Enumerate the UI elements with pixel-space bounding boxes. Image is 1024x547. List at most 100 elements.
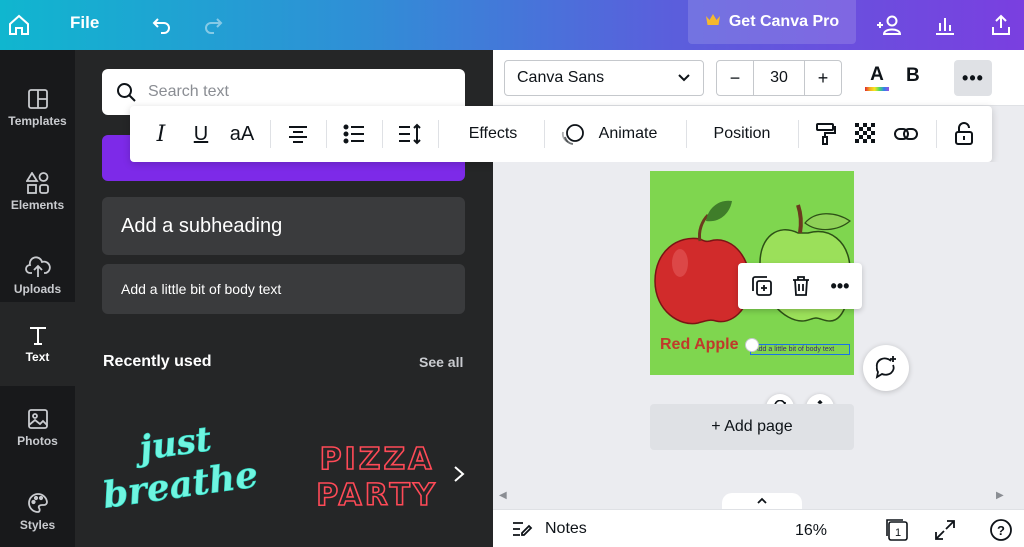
- more-actions-button[interactable]: •••: [820, 263, 860, 309]
- line-spacing-icon[interactable]: [396, 106, 424, 162]
- rail-item-elements[interactable]: Elements: [0, 150, 75, 234]
- duplicate-icon[interactable]: [742, 263, 782, 309]
- bullet-list-icon[interactable]: [340, 106, 368, 162]
- underline-button[interactable]: U: [188, 106, 214, 162]
- toolbar-divider: [382, 120, 383, 148]
- scroll-left-icon[interactable]: ◀: [499, 490, 507, 501]
- templates-icon: [27, 89, 48, 109]
- chevron-down-icon: [678, 74, 690, 82]
- share-upload-icon[interactable]: [985, 9, 1017, 41]
- effects-button[interactable]: Effects: [450, 106, 536, 162]
- toolbar-divider: [798, 120, 799, 148]
- page-number: 1: [895, 527, 901, 539]
- red-apple-heading[interactable]: Red Apple: [660, 336, 739, 354]
- rail-label-text: Text: [25, 350, 50, 364]
- toolbar-divider: [686, 120, 687, 148]
- link-icon[interactable]: [892, 106, 920, 162]
- element-context-menu: •••: [738, 263, 862, 309]
- chevron-right-icon[interactable]: [453, 463, 465, 489]
- animate-button[interactable]: Animate: [592, 106, 664, 162]
- add-subheading-button[interactable]: Add a subheading: [102, 197, 465, 255]
- show-pages-tab[interactable]: [722, 493, 802, 509]
- lock-icon[interactable]: [950, 106, 978, 162]
- photos-icon: [27, 409, 48, 429]
- svg-text:PARTY: PARTY: [316, 478, 437, 513]
- rail-item-templates[interactable]: Templates: [0, 66, 75, 150]
- recent-item-pizza-party[interactable]: PIZZA PARTY: [315, 441, 437, 514]
- letter-case-button[interactable]: aA: [226, 106, 258, 162]
- notes-icon: [513, 522, 533, 536]
- undo-icon[interactable]: [145, 9, 177, 41]
- recent-item-just-breathe[interactable]: just breathe: [100, 419, 261, 517]
- rail-item-styles[interactable]: Styles: [0, 470, 75, 547]
- left-rail: Templates Elements Uploads Text Photos S…: [0, 50, 75, 547]
- recently-used-list: just breathe PIZZA PARTY: [100, 395, 442, 545]
- chevron-up-icon: [757, 497, 767, 504]
- selection-handle[interactable]: [745, 338, 759, 352]
- recently-used-title: Recently used: [103, 353, 212, 370]
- italic-button[interactable]: I: [148, 106, 174, 162]
- elements-icon: [25, 172, 49, 194]
- svg-text:breathe: breathe: [102, 453, 261, 516]
- search-icon: [117, 83, 136, 102]
- search-input[interactable]: [148, 83, 428, 101]
- svg-text:PIZZA: PIZZA: [320, 442, 435, 477]
- analytics-icon[interactable]: [929, 9, 961, 41]
- font-size-input[interactable]: 30: [753, 61, 805, 95]
- decrease-font-size-button[interactable]: −: [717, 61, 753, 95]
- toolbar-divider: [270, 120, 271, 148]
- help-icon[interactable]: ?: [989, 518, 1013, 542]
- increase-font-size-button[interactable]: +: [805, 61, 841, 95]
- fullscreen-icon[interactable]: [933, 518, 957, 542]
- scroll-right-icon[interactable]: ▶: [996, 490, 1004, 501]
- font-family-select[interactable]: Canva Sans: [504, 60, 704, 96]
- bold-button[interactable]: B: [906, 65, 920, 87]
- rail-label-uploads: Uploads: [13, 282, 62, 296]
- selected-body-text[interactable]: Add a little bit of body text: [750, 344, 850, 355]
- paint-roller-icon[interactable]: [812, 106, 840, 162]
- delete-icon[interactable]: [781, 263, 821, 309]
- get-pro-button[interactable]: Get Canva Pro: [688, 0, 856, 44]
- text-color-letter: A: [870, 64, 884, 85]
- see-all-link[interactable]: See all: [419, 354, 463, 370]
- get-pro-label: Get Canva Pro: [728, 13, 840, 30]
- toolbar-divider: [544, 120, 545, 148]
- rail-item-text[interactable]: Text: [0, 302, 75, 386]
- notes-button[interactable]: Notes: [511, 520, 587, 538]
- toolbar-divider: [936, 120, 937, 148]
- text-icon: [29, 327, 46, 345]
- more-options-button[interactable]: •••: [954, 60, 992, 96]
- align-center-icon[interactable]: [284, 106, 312, 162]
- rail-item-photos[interactable]: Photos: [0, 386, 75, 470]
- toolbar-divider: [438, 120, 439, 148]
- file-menu[interactable]: File: [70, 13, 99, 33]
- add-people-icon[interactable]: [874, 9, 906, 41]
- add-comment-icon[interactable]: [863, 345, 909, 391]
- rail-label-styles: Styles: [19, 518, 56, 532]
- add-body-text-button[interactable]: Add a little bit of body text: [102, 264, 465, 314]
- notes-label: Notes: [545, 520, 587, 537]
- redo-icon[interactable]: [198, 9, 230, 41]
- rail-label-elements: Elements: [10, 198, 65, 212]
- home-icon[interactable]: [3, 9, 35, 41]
- animate-icon: [560, 106, 586, 162]
- color-rainbow-bar: [865, 87, 889, 91]
- crown-icon: [705, 13, 721, 32]
- text-format-toolbar: I U aA Effects Animate Position: [130, 106, 992, 162]
- bottom-bar: Notes 16% 1 ?: [493, 509, 1024, 547]
- uploads-icon: [24, 256, 51, 277]
- font-size-stepper: − 30 +: [716, 60, 842, 96]
- text-color-button[interactable]: A: [863, 64, 891, 94]
- transparency-icon[interactable]: [852, 106, 880, 162]
- top-bar: File Get Canva Pro: [0, 0, 1024, 50]
- editor-toolbar: Canva Sans − 30 + A B •••: [493, 50, 1024, 106]
- toolbar-divider: [326, 120, 327, 148]
- page-count-icon[interactable]: 1: [885, 518, 909, 542]
- styles-icon: [27, 493, 48, 513]
- rail-label-templates: Templates: [8, 114, 67, 128]
- help-label: ?: [997, 523, 1005, 538]
- add-page-button[interactable]: + Add page: [650, 404, 854, 450]
- position-button[interactable]: Position: [700, 106, 784, 162]
- rail-label-photos: Photos: [17, 434, 58, 448]
- zoom-level[interactable]: 16%: [795, 522, 827, 540]
